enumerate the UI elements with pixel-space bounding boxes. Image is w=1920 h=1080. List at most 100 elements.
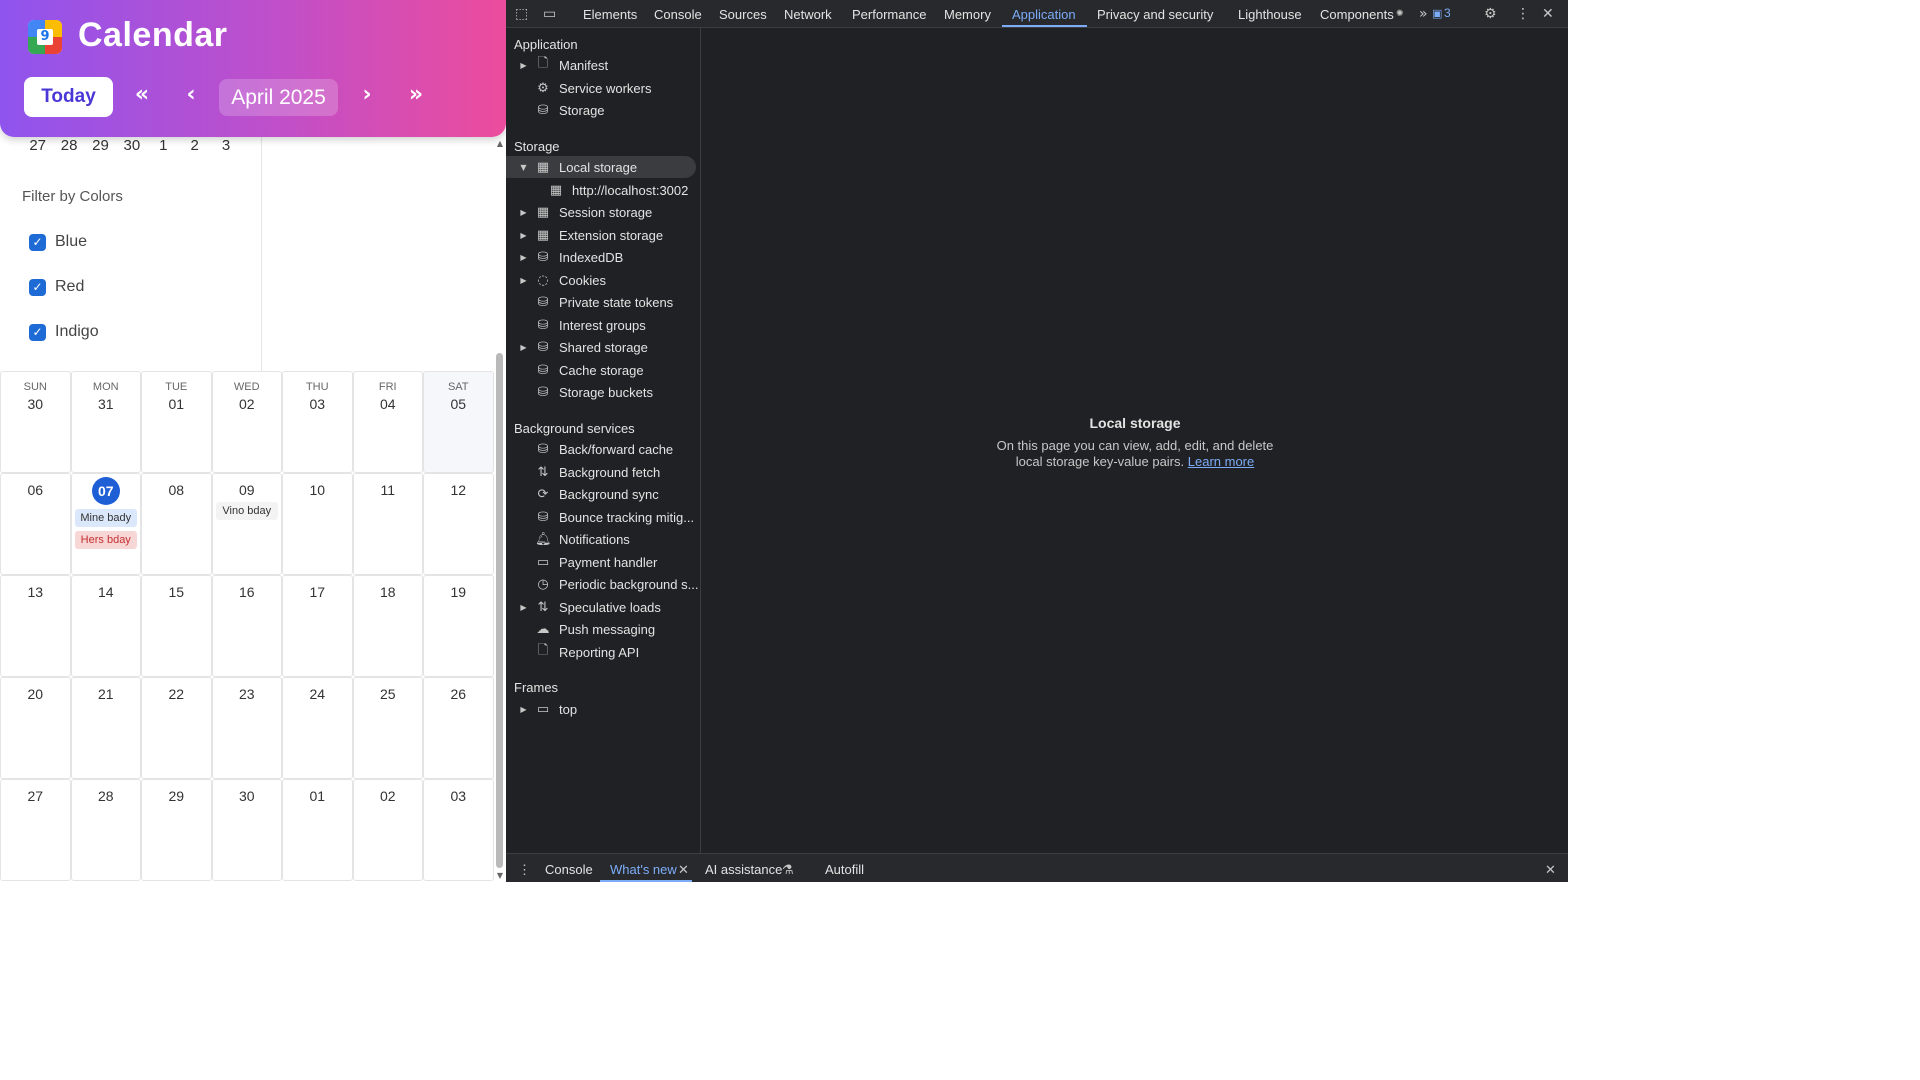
prev-year-button[interactable]: « [127, 80, 157, 110]
expand-arrow-icon[interactable]: ▶ [519, 343, 528, 352]
mini-day[interactable]: 27 [22, 137, 53, 159]
today-button[interactable]: Today [24, 77, 113, 117]
tree-item-cookies[interactable]: ▶ ◌ Cookies [506, 269, 696, 291]
day-cell[interactable]: WED 02 [211, 371, 282, 473]
drawer-tab-whats-new[interactable]: What's new [610, 862, 677, 877]
tree-item-local-storage[interactable]: ▼ ▦ Local storage [506, 156, 696, 178]
expand-arrow-icon[interactable]: ▶ [519, 208, 528, 217]
expand-arrow-icon[interactable]: ▶ [519, 253, 528, 262]
tree-item-frame-top[interactable]: ▶ ▭ top [506, 698, 696, 720]
day-cell[interactable]: 14 [70, 575, 141, 677]
day-cell[interactable]: SAT 05 [423, 371, 494, 473]
filter-indigo[interactable]: ✓ Indigo [29, 323, 99, 341]
day-cell[interactable]: 19 [423, 575, 494, 677]
day-cell[interactable]: FRI 04 [352, 371, 423, 473]
tree-item-bounce-tracking[interactable]: ⛁ Bounce tracking mitig... [506, 506, 696, 528]
mini-day[interactable]: 30 [116, 137, 147, 159]
drawer-tab-ai-assistance[interactable]: AI assistance [705, 862, 782, 877]
day-cell[interactable]: 25 [352, 677, 423, 779]
day-cell[interactable]: 11 [352, 473, 423, 575]
tree-item-notifications[interactable]: 🔔︎ Notifications [506, 528, 696, 550]
expand-arrow-icon[interactable]: ▶ [519, 603, 528, 612]
tree-item-indexeddb[interactable]: ▶ ⛁ IndexedDB [506, 246, 696, 268]
tree-item-payment-handler[interactable]: ▭ Payment handler [506, 551, 696, 573]
tree-item-private-state-tokens[interactable]: ⛁ Private state tokens [506, 291, 696, 313]
issues-icon[interactable]: ▣ [1432, 7, 1442, 20]
checkbox-checked-icon[interactable]: ✓ [29, 278, 46, 296]
tree-item-background-fetch[interactable]: ⇅ Background fetch [506, 461, 696, 483]
tab-performance[interactable]: Performance [852, 7, 926, 22]
filter-red[interactable]: ✓ Red [29, 278, 84, 296]
day-cell[interactable]: 06 [0, 473, 71, 575]
day-cell[interactable]: 15 [141, 575, 212, 677]
expand-arrow-icon[interactable]: ▶ [519, 61, 528, 70]
day-cell[interactable]: 10 [282, 473, 353, 575]
event-chip[interactable]: Hers bday [74, 531, 137, 549]
tree-item-session-storage[interactable]: ▶ ▦ Session storage [506, 201, 696, 223]
tab-lighthouse[interactable]: Lighthouse [1238, 7, 1302, 22]
drawer-tab-autofill[interactable]: Autofill [825, 862, 864, 877]
learn-more-link[interactable]: Learn more [1188, 454, 1254, 469]
tab-privacy-security[interactable]: Privacy and security [1097, 7, 1213, 22]
day-cell[interactable]: 27 [0, 779, 71, 881]
day-cell[interactable]: 29 [141, 779, 212, 881]
day-cell-today[interactable]: 07 Mine bady Hers bday [70, 473, 141, 575]
day-cell[interactable]: 17 [282, 575, 353, 677]
scroll-up-icon[interactable]: ▲ [495, 139, 505, 148]
day-cell[interactable]: 28 [70, 779, 141, 881]
tab-application[interactable]: Application [1012, 7, 1076, 22]
checkbox-checked-icon[interactable]: ✓ [29, 323, 46, 341]
event-chip[interactable]: Mine bady [74, 509, 137, 527]
day-cell[interactable]: 24 [282, 677, 353, 779]
tree-item-interest-groups[interactable]: ⛁ Interest groups [506, 314, 696, 336]
day-cell[interactable]: THU 03 [282, 371, 353, 473]
next-month-button[interactable]: › [352, 80, 382, 110]
day-cell[interactable]: 16 [211, 575, 282, 677]
device-toolbar-icon[interactable]: ▭ [543, 6, 556, 22]
expand-arrow-icon[interactable]: ▶ [519, 705, 528, 714]
settings-gear-icon[interactable]: ⚙ [1484, 6, 1497, 22]
prev-month-button[interactable]: ‹ [176, 80, 206, 110]
scroll-down-icon[interactable]: ▼ [495, 871, 505, 880]
day-cell[interactable]: 12 [423, 473, 494, 575]
tree-item-storage[interactable]: ⛁ Storage [506, 99, 696, 121]
day-cell[interactable]: 21 [70, 677, 141, 779]
day-cell[interactable]: 09 Vino bday [211, 473, 282, 575]
tab-memory[interactable]: Memory [944, 7, 991, 22]
more-tabs-icon[interactable]: » [1419, 6, 1428, 22]
mini-day[interactable]: 1 [148, 137, 179, 159]
day-cell[interactable]: SUN 30 [0, 371, 71, 473]
tree-item-service-workers[interactable]: ⚙ Service workers [506, 77, 696, 99]
day-cell[interactable]: 02 [352, 779, 423, 881]
tab-sources[interactable]: Sources [719, 7, 767, 22]
more-options-icon[interactable]: ⋮ [1516, 6, 1530, 22]
tree-item-manifest[interactable]: ▶ 🗋 Manifest [506, 54, 696, 76]
expand-arrow-icon[interactable]: ▶ [519, 231, 528, 240]
day-cell[interactable]: 23 [211, 677, 282, 779]
tab-components[interactable]: Components [1320, 7, 1394, 22]
tree-item-extension-storage[interactable]: ▶ ▦ Extension storage [506, 224, 696, 246]
tree-item-storage-buckets[interactable]: ⛁ Storage buckets [506, 381, 696, 403]
tree-item-push-messaging[interactable]: ☁ Push messaging [506, 618, 696, 640]
tree-item-cache-storage[interactable]: ⛁ Cache storage [506, 359, 696, 381]
tree-item-shared-storage[interactable]: ▶ ⛁ Shared storage [506, 336, 696, 358]
day-cell[interactable]: TUE 01 [141, 371, 212, 473]
drawer-menu-icon[interactable]: ⋮ [518, 862, 531, 878]
tree-item-background-sync[interactable]: ⟳ Background sync [506, 483, 696, 505]
event-chip[interactable]: Vino bday [215, 502, 278, 520]
drawer-tab-console[interactable]: Console [545, 862, 593, 877]
day-cell[interactable]: 08 [141, 473, 212, 575]
tree-item-back-forward-cache[interactable]: ⛁ Back/forward cache [506, 438, 696, 460]
tab-network[interactable]: Network [784, 7, 832, 22]
day-cell[interactable]: 26 [423, 677, 494, 779]
tree-item-speculative-loads[interactable]: ▶ ⇅ Speculative loads [506, 596, 696, 618]
mini-day[interactable]: 2 [179, 137, 210, 159]
day-cell[interactable]: MON 31 [70, 371, 141, 473]
collapse-arrow-icon[interactable]: ▼ [519, 163, 528, 172]
day-cell[interactable]: 01 [282, 779, 353, 881]
day-cell[interactable]: 22 [141, 677, 212, 779]
tree-item-periodic-background-sync[interactable]: ◷ Periodic background s... [506, 573, 698, 595]
day-cell[interactable]: 03 [423, 779, 494, 881]
close-tab-icon[interactable]: ✕ [678, 862, 689, 878]
filter-blue[interactable]: ✓ Blue [29, 233, 87, 251]
